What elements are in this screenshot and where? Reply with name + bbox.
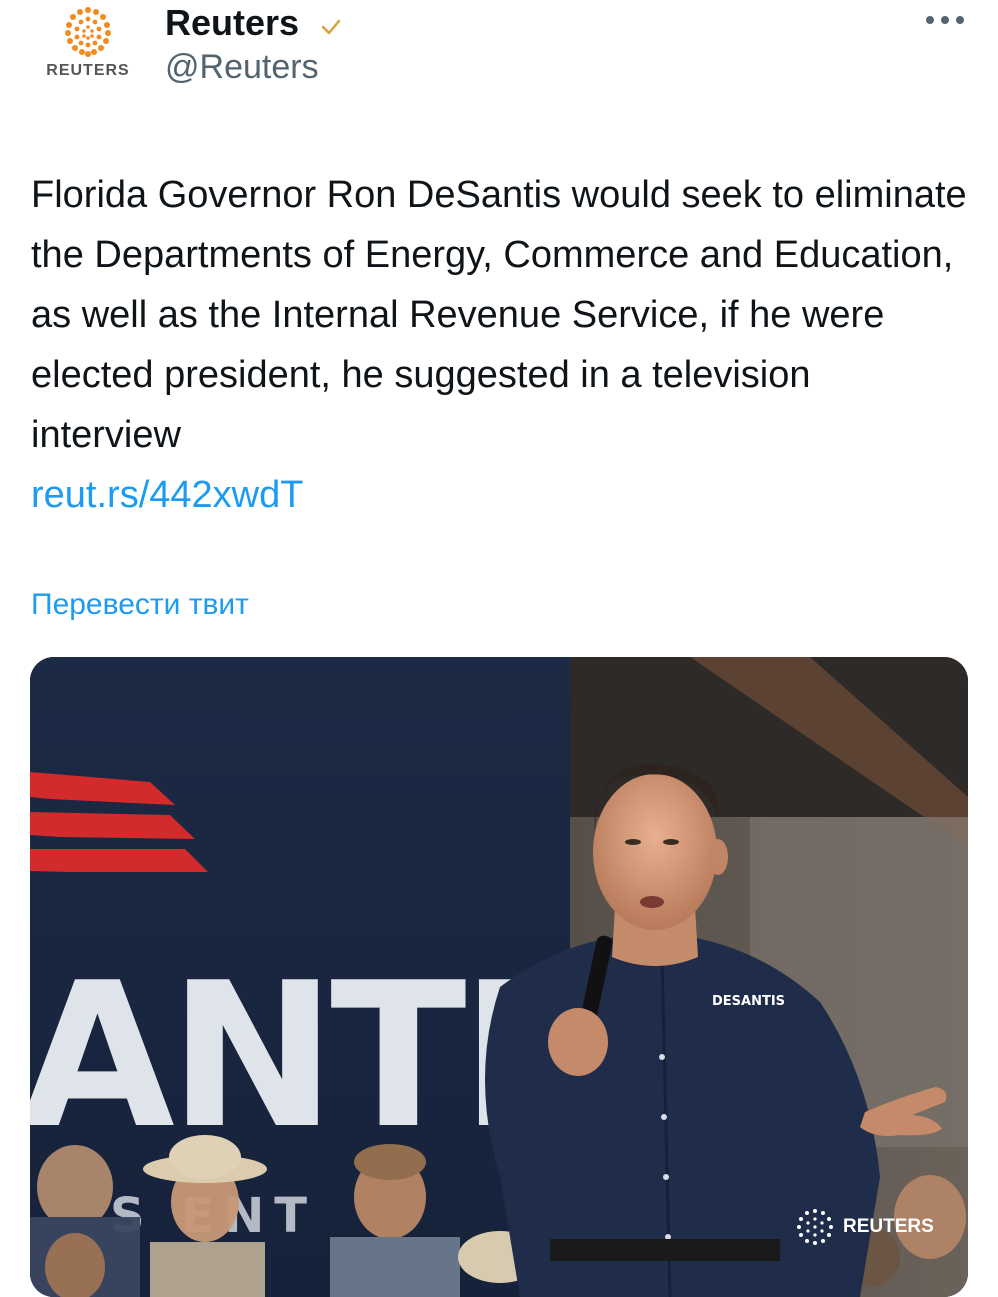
- tweet-text: Florida Governor Ron DeSantis would seek…: [31, 174, 967, 456]
- photo-scene: ANTIS S ENT DESANTIS: [30, 657, 968, 1297]
- checkmark-icon: [321, 19, 341, 35]
- avatar[interactable]: REUTERS: [40, 2, 136, 88]
- reuters-logo-icon: [797, 1209, 833, 1245]
- shirt-logo-text: DESANTIS: [712, 994, 785, 1009]
- tweet-header: REUTERS Reuters @Reuters: [0, 0, 998, 110]
- watermark-text: REUTERS: [843, 1216, 934, 1237]
- tweet-body: Florida Governor Ron DeSantis would seek…: [31, 165, 971, 525]
- photo-watermark: REUTERS: [795, 1207, 934, 1247]
- tweet-photo[interactable]: ANTIS S ENT DESANTIS REUTERS: [30, 657, 968, 1297]
- more-icon[interactable]: [922, 10, 968, 30]
- user-handle[interactable]: @Reuters: [165, 48, 319, 87]
- display-name[interactable]: Reuters: [165, 2, 299, 44]
- tweet-link[interactable]: reut.rs/442xwdT: [31, 465, 971, 525]
- translate-tweet-link[interactable]: Перевести твит: [31, 588, 249, 622]
- avatar-wordmark: REUTERS: [46, 62, 130, 79]
- reuters-logo-icon: [65, 7, 111, 57]
